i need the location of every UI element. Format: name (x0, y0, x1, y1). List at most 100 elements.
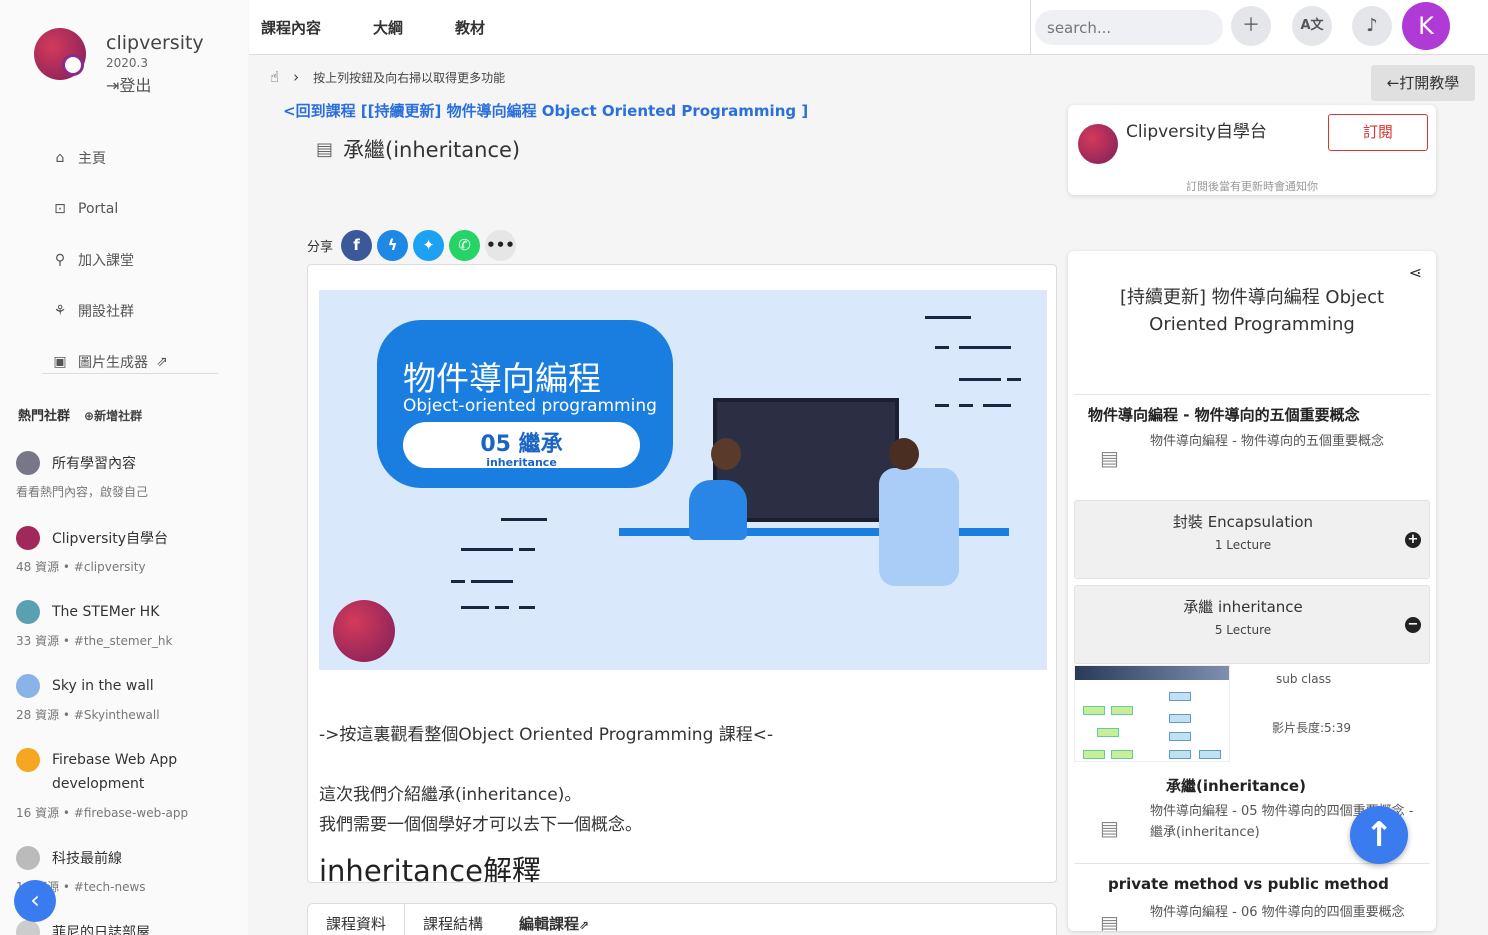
sidebar-item-label: 圖片生成器 (78, 354, 148, 371)
decor-line (1007, 378, 1021, 381)
edit-course-label: 編輯課程 (519, 915, 580, 933)
clipversity-logo-icon[interactable] (34, 28, 86, 80)
lesson-title-text: 承繼(inheritance) (343, 138, 521, 162)
course-link-text[interactable]: ->按這裏觀看整個Object Oriented Programming 課程<… (319, 720, 773, 745)
expand-icon[interactable]: + (1405, 532, 1421, 548)
lecture-item[interactable]: 物件導向編程 - 06 物件導向的四個重要概念 (1150, 902, 1422, 923)
whatsapp-share-button[interactable]: ✆ (449, 230, 481, 261)
arrow-left-icon: ← (1386, 74, 1400, 92)
module-inheritance[interactable]: 承繼 inheritance 5 Lecture − (1074, 585, 1430, 664)
tab-materials[interactable]: 教材 (455, 17, 485, 38)
community-avatar (16, 920, 40, 935)
twitter-share-button[interactable]: ✦ (413, 230, 445, 261)
decor-line (451, 580, 465, 583)
decor-line (461, 548, 513, 551)
course-tabs: 課程資料 課程結構 編輯課程⇗ (307, 903, 1057, 935)
tab-outline[interactable]: 大綱 (373, 17, 403, 38)
messenger-icon: ϟ (387, 236, 398, 254)
notifications-button[interactable]: ♪ (1352, 6, 1392, 46)
pointer-hand-icon: ☝ (270, 68, 280, 86)
collapse-icon[interactable]: − (1405, 617, 1421, 633)
hot-communities-title: 熱門社群 (18, 409, 71, 424)
facebook-share-button[interactable]: f (341, 230, 373, 261)
decor-line (471, 580, 513, 583)
twitter-icon: ✦ (422, 236, 435, 254)
topbar-divider (1030, 0, 1031, 55)
join-icon: ⚲ (54, 251, 66, 268)
sidebar-divider (42, 373, 218, 374)
tab-edit-course[interactable]: 編輯課程⇗ (501, 904, 607, 935)
intro-paragraph: 這次我們介紹繼承(inheritance)。 (319, 785, 582, 805)
logout-button[interactable]: ⇥登出 (106, 72, 204, 96)
more-share-button[interactable]: ••• (485, 230, 517, 261)
tab-course-content[interactable]: 課程內容 (261, 17, 321, 38)
community-item[interactable]: 所有學習內容 看看熱門內容，啟發自己 (16, 451, 236, 500)
share-icon[interactable]: ⋖ (1409, 263, 1422, 282)
sidebar-item-image-generator[interactable]: ▣ 圖片生成器 ⇗ (50, 336, 220, 387)
collapse-sidebar-button[interactable]: ‹ (14, 880, 56, 922)
add-community-label: 新增社群 (94, 409, 143, 423)
sidebar-item-join-class[interactable]: ⚲ 加入課堂 (50, 234, 220, 285)
community-item[interactable]: The STEMer HK 33 資源 • #the_stemer_hk (16, 600, 236, 649)
scroll-to-top-button[interactable]: ↑ (1350, 806, 1408, 864)
sidebar: clipversity 2020.3 ⇥登出 ⌂ 主頁 ⊡ Portal ⚲ 加入課堂… (0, 0, 248, 935)
open-tutorial-button[interactable]: ←打開教學 (1371, 65, 1475, 101)
arrow-up-icon: ↑ (1364, 815, 1394, 855)
module-encapsulation[interactable]: 封裝 Encapsulation 1 Lecture + (1074, 500, 1430, 579)
decor-line (959, 346, 1011, 349)
messenger-share-button[interactable]: ϟ (377, 230, 409, 261)
decor-line (959, 404, 973, 407)
community-item[interactable]: 菲尼的日誌部屋 (16, 920, 236, 935)
decor-line (935, 404, 949, 407)
more-icon: ••• (486, 236, 515, 254)
module-count: 5 Lecture (1214, 623, 1272, 637)
tab-course-structure[interactable]: 課程結構 (405, 904, 501, 935)
hint-text: 按上列按鈕及向右掃以取得更多功能 (313, 70, 506, 85)
community-meta: 看看熱門內容，啟發自己 (16, 485, 149, 499)
add-button[interactable]: ＋ (1231, 6, 1271, 46)
lecture-title[interactable]: private method vs public method (1108, 875, 1389, 893)
lecture-title[interactable]: 承繼(inheritance) (1166, 775, 1306, 796)
community-name: 菲尼的日誌部屋 (52, 925, 150, 935)
video-duration: 影片長度:5:39 (1272, 721, 1351, 735)
image-generator-icon: ▣ (53, 353, 67, 370)
brand-name: clipversity (106, 32, 204, 54)
banner-pill: 05 繼承 inheritance (403, 422, 640, 469)
share-bar: 分享 f ϟ ✦ ✆ ••• (307, 230, 521, 261)
banner-subtitle: Object-oriented programming (403, 396, 657, 416)
sidebar-item-home[interactable]: ⌂ 主頁 (50, 132, 220, 183)
facebook-icon: f (353, 236, 360, 254)
tab-course-info[interactable]: 課程資料 (308, 904, 406, 935)
sidebar-item-portal[interactable]: ⊡ Portal (50, 183, 220, 234)
lecture-item[interactable]: 物件導向編程 - 物件導向的五個重要概念 (1150, 431, 1420, 452)
community-name[interactable]: Clipversity自學台 (1126, 117, 1267, 142)
sidebar-item-label: 開設社群 (78, 303, 134, 320)
subscribe-button[interactable]: 訂閱 (1328, 114, 1428, 151)
decor-line (461, 606, 489, 609)
decor-line (959, 378, 1001, 381)
sidebar-item-create-community[interactable]: ⚘ 開設社群 (50, 285, 220, 336)
subscribe-card: Clipversity自學台 訂閱 訂閱後當有更新時會通知你 (1068, 105, 1436, 195)
community-meta: 33 資源 • #the_stemer_hk (16, 634, 173, 648)
document-icon: ▤ (1100, 911, 1119, 931)
module-name: 承繼 inheritance (1183, 598, 1303, 616)
translate-icon: A文 (1300, 18, 1324, 33)
decor-line (519, 606, 535, 609)
community-item[interactable]: Sky in the wall 28 資源 • #Skyinthewall (16, 674, 236, 723)
sidebar-item-label: 主頁 (78, 150, 106, 167)
video-thumbnail[interactable] (1074, 665, 1230, 762)
module-count: 1 Lecture (1214, 538, 1272, 552)
swipe-hint: ☝ › 按上列按鈕及向右掃以取得更多功能 (270, 68, 505, 86)
thumbnail-header (1075, 666, 1229, 680)
decor-line (501, 518, 547, 521)
add-community-button[interactable]: ⊕新增社群 (84, 407, 142, 424)
user-avatar[interactable]: K (1402, 2, 1450, 50)
community-item[interactable]: Clipversity自學台 48 資源 • #clipversity (16, 526, 236, 575)
chevron-right-icon: › (293, 68, 300, 86)
translate-button[interactable]: A文 (1292, 6, 1332, 46)
decor-line (495, 606, 509, 609)
search-input[interactable] (1035, 10, 1223, 45)
community-item[interactable]: Firebase Web App development 16 資源 • #fi… (16, 748, 236, 821)
back-to-course-link[interactable]: <回到課程 [[持續更新] 物件導向編程 Object Oriented Pro… (283, 100, 808, 121)
community-name: Sky in the wall (52, 678, 154, 694)
